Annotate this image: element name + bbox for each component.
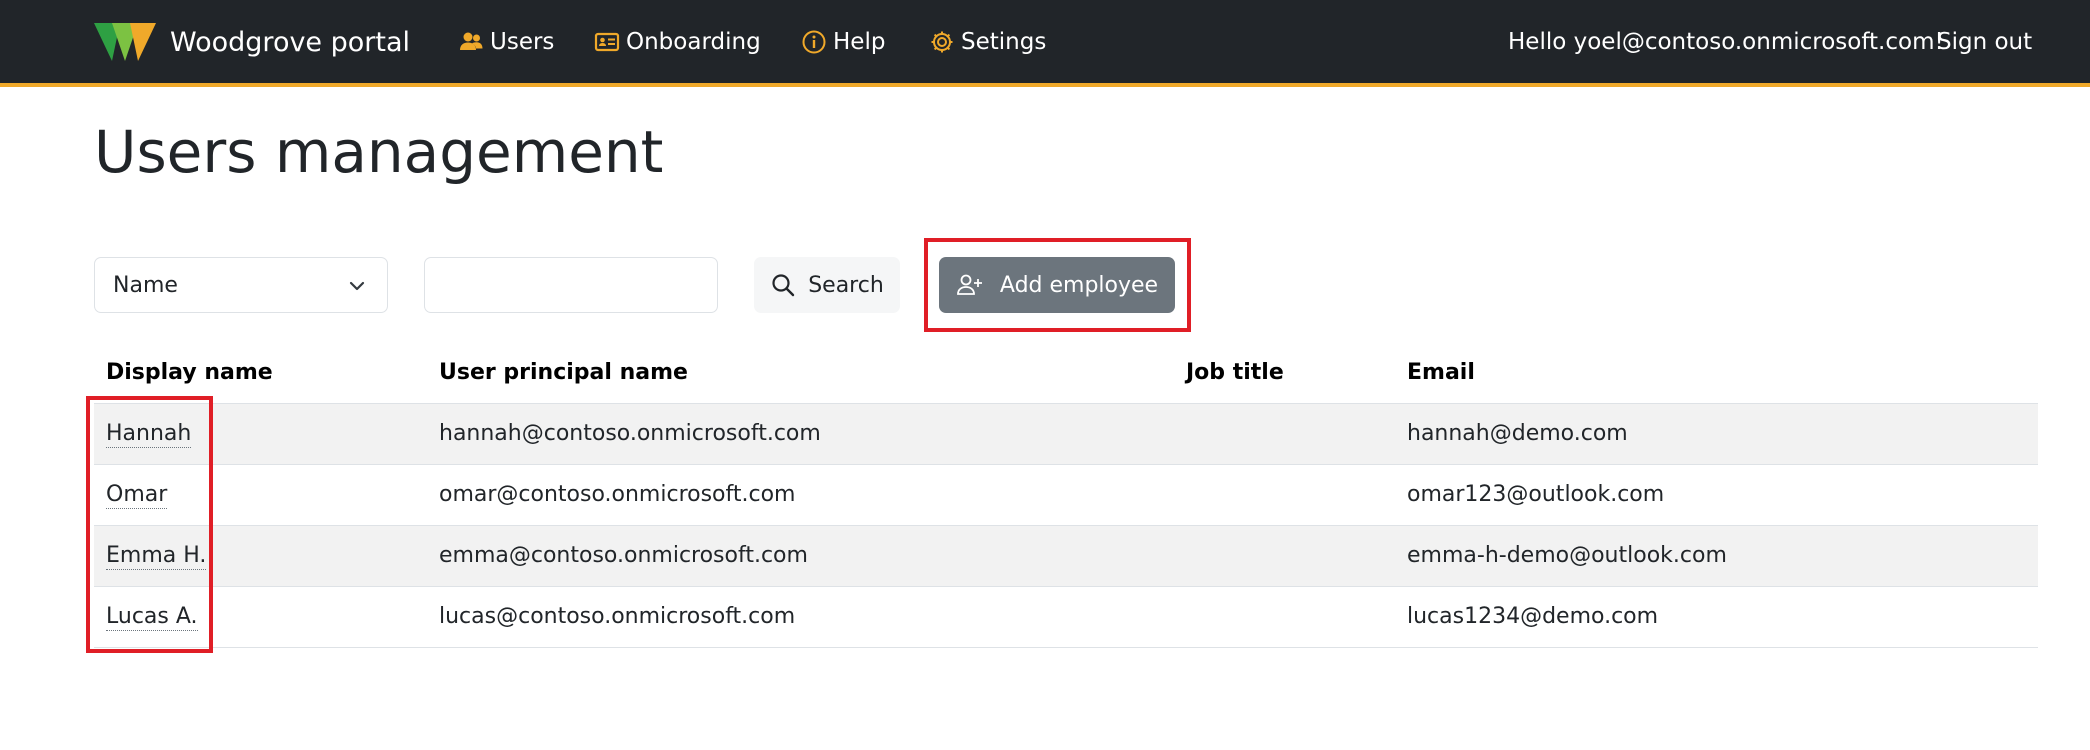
table-row: Hannah hannah@contoso.onmicrosoft.com ha…: [94, 404, 2038, 465]
nav-users[interactable]: Users: [458, 24, 554, 60]
add-employee-button[interactable]: Add employee: [939, 257, 1175, 313]
column-header-job-title[interactable]: Job title: [1186, 360, 1284, 385]
email-cell: hannah@demo.com: [1407, 421, 1628, 446]
person-add-icon: [956, 273, 984, 297]
id-card-icon: [594, 29, 620, 55]
nav-help[interactable]: Help: [801, 24, 885, 60]
user-greeting: Hello yoel@contoso.onmicrosoft.com!: [1508, 29, 1944, 55]
chevron-down-icon: [347, 276, 367, 296]
upn-cell: omar@contoso.onmicrosoft.com: [439, 482, 796, 507]
column-header-upn[interactable]: User principal name: [439, 360, 688, 385]
gear-icon: [929, 29, 955, 55]
email-cell: lucas1234@demo.com: [1407, 604, 1659, 629]
table-row: Lucas A. lucas@contoso.onmicrosoft.com l…: [94, 587, 2038, 648]
column-header-email[interactable]: Email: [1407, 360, 1475, 385]
upn-cell: emma@contoso.onmicrosoft.com: [439, 543, 808, 568]
nav-onboarding-label: Onboarding: [626, 29, 761, 55]
add-employee-label: Add employee: [999, 272, 1159, 298]
page-title: Users management: [94, 118, 664, 186]
info-icon: [801, 29, 827, 55]
email-cell: emma-h-demo@outlook.com: [1407, 543, 1727, 568]
brand-name: Woodgrove portal: [170, 26, 411, 58]
search-button-label: Search: [808, 272, 884, 298]
nav-onboarding[interactable]: Onboarding: [594, 24, 761, 60]
nav-settings-label: Setings: [961, 29, 1047, 55]
upn-cell: lucas@contoso.onmicrosoft.com: [439, 604, 796, 629]
nav-users-label: Users: [490, 29, 555, 55]
filter-field-select[interactable]: Name: [94, 257, 388, 313]
table-row: Emma H. emma@contoso.onmicrosoft.com emm…: [94, 526, 2038, 587]
table-header-row: Display name User principal name Job tit…: [94, 346, 2038, 404]
filter-field-value: Name: [113, 272, 178, 298]
search-icon: [770, 272, 796, 298]
display-name-highlight-box: [86, 396, 213, 653]
table-row: Omar omar@contoso.onmicrosoft.com omar12…: [94, 465, 2038, 526]
nav-settings[interactable]: Setings: [929, 24, 1046, 60]
brand[interactable]: Woodgrove portal: [94, 20, 410, 64]
column-header-display-name[interactable]: Display name: [106, 360, 273, 385]
users-table: Display name User principal name Job tit…: [94, 346, 2038, 648]
top-navbar: Woodgrove portal Users Onboarding Help S…: [0, 0, 2090, 87]
search-input[interactable]: [424, 257, 718, 313]
sign-out-link[interactable]: Sign out: [1937, 24, 2032, 60]
email-cell: omar123@outlook.com: [1407, 482, 1665, 507]
nav-help-label: Help: [833, 29, 886, 55]
upn-cell: hannah@contoso.onmicrosoft.com: [439, 421, 821, 446]
woodgrove-logo-icon: [94, 23, 156, 61]
search-button[interactable]: Search: [754, 257, 900, 313]
users-icon: [458, 29, 484, 55]
